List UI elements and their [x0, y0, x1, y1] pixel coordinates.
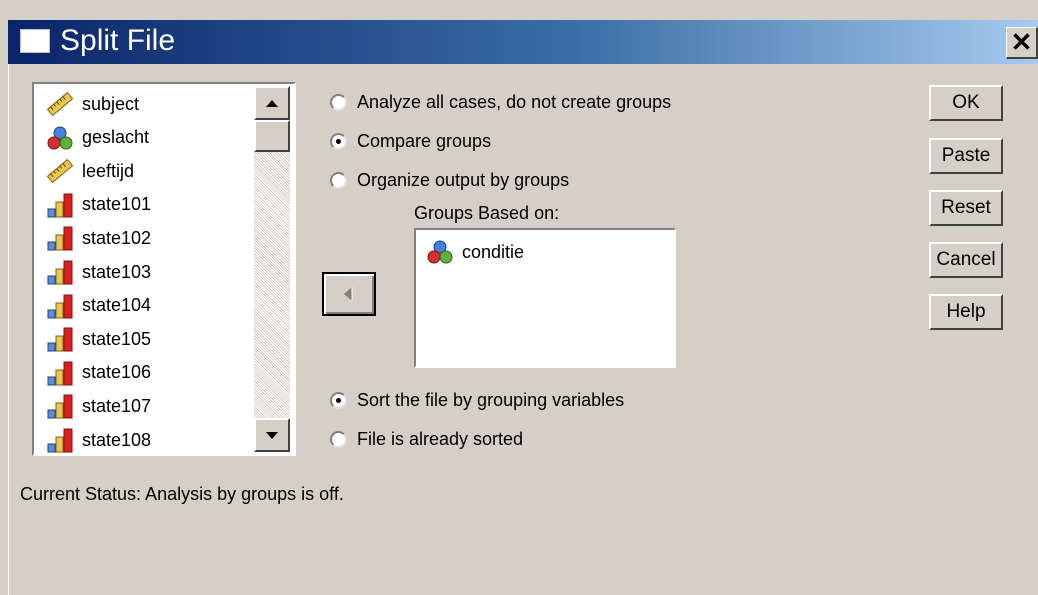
variable-label: state103 — [82, 261, 152, 282]
option-analyze-all-label: Analyze all cases, do not create groups — [357, 92, 672, 112]
option-sort-file-label: Sort the file by grouping variables — [357, 390, 625, 410]
variable-label: state101 — [82, 194, 152, 215]
window-title: Split File — [60, 24, 176, 57]
group-variable-item[interactable]: conditie — [426, 236, 524, 268]
scale-ruler-icon — [46, 91, 74, 117]
variable-item[interactable]: geslacht — [46, 122, 149, 154]
radio-already-sorted[interactable] — [330, 431, 347, 448]
radio-compare-groups[interactable] — [330, 133, 347, 150]
scale-ruler-icon — [46, 158, 74, 184]
option-already-sorted[interactable]: File is already sorted — [330, 429, 523, 450]
scroll-down-button[interactable] — [254, 418, 290, 452]
paste-button[interactable]: Paste — [929, 138, 1003, 174]
ordinal-bars-icon — [46, 427, 74, 453]
option-analyze-all[interactable]: Analyze all cases, do not create groups — [330, 92, 671, 113]
variable-item[interactable]: state108 — [46, 424, 152, 454]
variable-item[interactable]: state101 — [46, 189, 151, 221]
option-organize-output[interactable]: Organize output by groups — [330, 170, 569, 191]
radio-organize-output[interactable] — [330, 172, 347, 189]
variable-label: state102 — [82, 227, 152, 248]
scroll-down-arrow-icon — [266, 432, 278, 439]
ordinal-bars-icon — [46, 360, 74, 386]
variable-label: state107 — [82, 395, 152, 416]
ordinal-bars-icon — [46, 259, 74, 285]
current-status: Current Status: Analysis by groups is of… — [20, 484, 344, 504]
reset-button[interactable]: Reset — [929, 190, 1003, 226]
variable-label: state104 — [82, 295, 152, 316]
variable-item[interactable]: state103 — [46, 256, 151, 288]
close-button[interactable]: ✕ — [1006, 27, 1038, 59]
nominal-circles-icon — [46, 125, 74, 151]
variable-item[interactable]: subject — [46, 88, 139, 120]
ordinal-bars-icon — [46, 293, 74, 319]
close-icon: ✕ — [1010, 27, 1033, 57]
help-button[interactable]: Help — [929, 294, 1003, 330]
arrow-left-icon — [344, 287, 353, 301]
variable-label: state105 — [82, 328, 152, 349]
ordinal-bars-icon — [46, 192, 74, 218]
option-compare-groups-label: Compare groups — [357, 131, 492, 151]
radio-analyze-all[interactable] — [330, 94, 347, 111]
variable-item[interactable]: state107 — [46, 390, 151, 422]
window-icon — [20, 29, 50, 53]
ok-button[interactable]: OK — [929, 85, 1003, 121]
option-sort-file[interactable]: Sort the file by grouping variables — [330, 390, 624, 411]
option-compare-groups[interactable]: Compare groups — [330, 131, 491, 152]
variable-label: geslacht — [82, 127, 150, 148]
cancel-button[interactable]: Cancel — [929, 242, 1003, 278]
radio-sort-file[interactable] — [330, 392, 347, 409]
groups-based-on-list[interactable]: conditie — [414, 228, 676, 368]
ordinal-bars-icon — [46, 225, 74, 251]
variable-item[interactable]: state104 — [46, 290, 151, 322]
move-variable-button[interactable] — [322, 272, 376, 316]
ordinal-bars-icon — [46, 326, 74, 352]
variable-label: subject — [82, 93, 140, 114]
variable-label: leeftijd — [82, 160, 135, 181]
title-bar: Split File — [8, 20, 1038, 64]
nominal-circles-icon — [426, 239, 454, 265]
option-organize-output-label: Organize output by groups — [357, 170, 570, 190]
groups-based-on-label: Groups Based on: — [414, 203, 560, 223]
scroll-thumb[interactable] — [254, 120, 290, 152]
group-variable-label: conditie — [462, 241, 525, 262]
scroll-up-arrow-icon — [266, 100, 278, 107]
variable-item[interactable]: state105 — [46, 323, 151, 355]
variable-item[interactable]: state102 — [46, 222, 151, 254]
ordinal-bars-icon — [46, 393, 74, 419]
variable-label: state106 — [82, 362, 152, 383]
option-already-sorted-label: File is already sorted — [357, 429, 524, 449]
variable-label: state108 — [82, 429, 152, 450]
scroll-up-button[interactable] — [254, 86, 290, 120]
variable-item[interactable]: state106 — [46, 357, 151, 389]
variable-item[interactable]: leeftijd — [46, 155, 134, 187]
